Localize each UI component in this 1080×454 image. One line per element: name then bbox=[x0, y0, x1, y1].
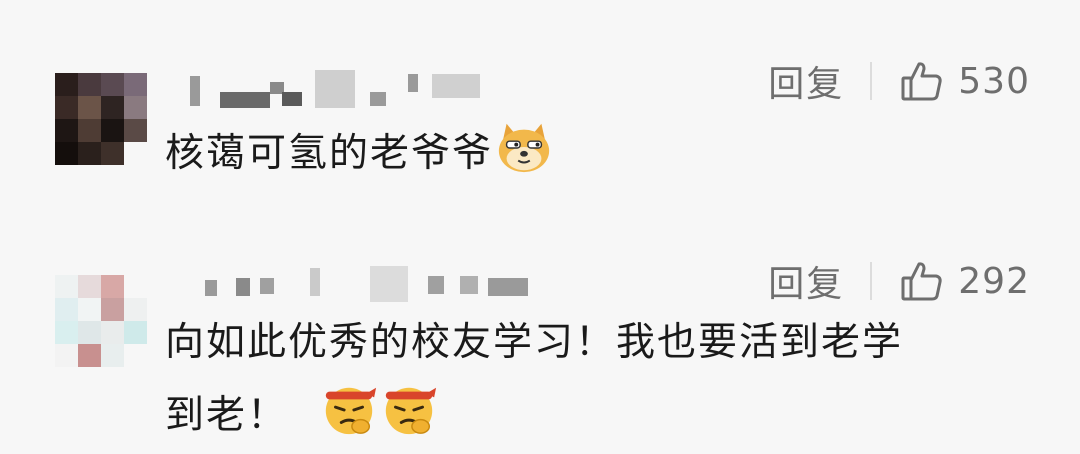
like-count: 292 bbox=[958, 260, 1030, 302]
nickname-blurred[interactable] bbox=[170, 262, 550, 302]
thumbs-up-icon[interactable] bbox=[900, 259, 944, 303]
comment-text-content: 到老！ bbox=[165, 393, 289, 438]
comment-text-content: 核蔼可氢的老爷爷 bbox=[165, 131, 494, 176]
comment-actions: 回复 530 bbox=[768, 56, 1030, 106]
avatar[interactable] bbox=[55, 73, 147, 165]
thumbs-up-icon[interactable] bbox=[900, 59, 944, 103]
doge-emoji bbox=[498, 123, 550, 173]
comment-text-line: 到老！ bbox=[165, 380, 1025, 443]
divider bbox=[870, 262, 873, 300]
nickname-blurred[interactable] bbox=[170, 70, 490, 110]
determined-emoji bbox=[386, 387, 437, 435]
reply-button[interactable]: 回复 bbox=[768, 255, 844, 307]
determined-emoji bbox=[326, 387, 377, 435]
reply-button[interactable]: 回复 bbox=[768, 55, 844, 107]
avatar[interactable] bbox=[55, 275, 147, 367]
divider bbox=[870, 62, 873, 100]
comment-text-line: 向如此优秀的校友学习！我也要活到老学 bbox=[165, 320, 904, 365]
comment-text: 核蔼可氢的老爷爷 bbox=[165, 118, 1025, 181]
comment-actions: 回复 292 bbox=[768, 256, 1030, 306]
like-count: 530 bbox=[958, 60, 1030, 102]
comment-text: 向如此优秀的校友学习！我也要活到老学 到老！ bbox=[165, 316, 1025, 443]
